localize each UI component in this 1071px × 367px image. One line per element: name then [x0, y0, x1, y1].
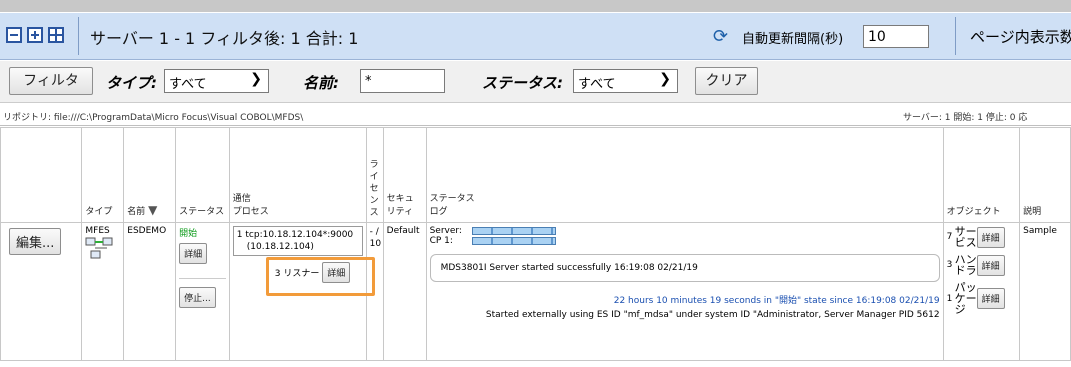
header-process[interactable]: 通信 プロセス — [228, 127, 367, 223]
header-status-log[interactable]: ステータス ログ — [425, 127, 944, 223]
object-row: 1 パッケージ 詳細 — [947, 282, 1017, 315]
status-select[interactable]: すべて ❯ — [573, 69, 678, 93]
server-status-line: Server: — [430, 226, 940, 236]
cell-edit: 編集... — [0, 222, 83, 361]
process-index: 1 — [236, 230, 243, 240]
server-progress-bar — [471, 226, 556, 235]
header-status-log-line2: ログ — [429, 207, 448, 217]
chevron-down-icon: ❯ — [250, 71, 262, 87]
highlight-box — [266, 257, 375, 296]
header-license-label: ライセンス — [369, 160, 379, 218]
status-select-value: すべて — [578, 77, 616, 92]
table-row: 編集... MFES ESDEMO 開始 詳細 停止... 1 tcp:10.1… — [0, 222, 1071, 361]
page-title: サーバー 1 - 1 フィルタ後: 1 合計: 1 — [90, 29, 359, 48]
type-select[interactable]: すべて ❯ — [164, 69, 269, 93]
type-select-value: すべて — [169, 77, 207, 92]
server-type: MFES — [85, 226, 110, 236]
object-count: 7 — [946, 232, 953, 242]
header-description[interactable]: 説明 — [1019, 127, 1071, 223]
title-bar: サーバー 1 - 1 フィルタ後: 1 合計: 1 ⟳ 自動更新間隔(秒) ペー… — [0, 13, 1071, 60]
top-strip — [0, 0, 1071, 12]
cell-status-log: Server: CP 1: MDS3801I Server started su… — [425, 222, 944, 361]
status-detail-button[interactable]: 詳細 — [179, 243, 208, 264]
object-detail-button[interactable]: 詳細 — [976, 254, 1005, 276]
grid-view-icon[interactable] — [48, 27, 64, 43]
header-license[interactable]: ライセンス — [365, 127, 384, 223]
stop-button[interactable]: 停止... — [179, 287, 216, 308]
log-message: MDS3801I Server started successfully 16:… — [429, 254, 940, 282]
cell-name: ESDEMO — [123, 222, 177, 361]
refresh-interval-input[interactable] — [863, 25, 929, 48]
view-controls — [6, 27, 64, 43]
repository-bar: リポジトリ: file:///C:\ProgramData\Micro Focu… — [0, 104, 1071, 126]
header-security[interactable]: セキュリティ — [382, 127, 427, 223]
type-label: タイプ: — [106, 74, 157, 92]
header-status-log-line1: ステータス — [429, 194, 475, 204]
process-sub-address: (10.18.12.104) — [246, 242, 314, 252]
name-label: 名前: — [303, 74, 339, 92]
divider — [955, 17, 956, 55]
repository-path: リポジトリ: file:///C:\ProgramData\Micro Focu… — [3, 113, 304, 123]
object-name: パッケージ — [954, 281, 977, 316]
sort-desc-icon[interactable]: ▼ — [148, 203, 157, 217]
filter-button[interactable]: フィルタ — [9, 67, 93, 95]
uptime-text: 22 hours 10 minutes 19 seconds in "開始" s… — [613, 296, 940, 306]
header-objects[interactable]: オブジェクト — [942, 127, 1021, 223]
refresh-icon[interactable]: ⟳ — [713, 26, 728, 47]
server-label: Server: — [429, 226, 462, 236]
filter-bar: フィルタ タイプ: すべて ❯ 名前: ステータス: すべて ❯ クリア — [0, 61, 1071, 103]
object-name: サービス — [954, 225, 977, 249]
process-box: 1 tcp:10.18.12.104*:9000 (10.18.12.104) — [232, 226, 363, 256]
header-process-line1: 通信 — [232, 194, 251, 204]
header-status[interactable]: ステータス — [175, 127, 230, 223]
header-process-line2: プロセス — [232, 207, 269, 217]
status-text: 開始 — [179, 229, 198, 239]
cell-status: 開始 詳細 停止... — [175, 222, 230, 361]
cp-label: CP 1: — [429, 236, 453, 246]
object-name: ハンドラ — [954, 253, 977, 277]
object-row: 3 ハンドラ 詳細 — [947, 254, 1017, 276]
refresh-interval-label: 自動更新間隔(秒) — [742, 32, 844, 47]
edit-button[interactable]: 編集... — [9, 228, 62, 255]
object-detail-button[interactable]: 詳細 — [976, 288, 1005, 309]
expand-icon[interactable] — [27, 27, 43, 43]
cell-security: Default — [382, 222, 427, 361]
clear-button[interactable]: クリア — [695, 67, 758, 95]
header-type[interactable]: タイプ — [81, 127, 125, 223]
license-value: - / 10 — [369, 227, 382, 249]
cp-status-line: CP 1: — [430, 236, 940, 246]
process-address: tcp:10.18.12.104*:9000 — [245, 230, 354, 240]
header-name[interactable]: 名前 ▼ — [123, 127, 177, 223]
header-name-label: 名前 — [127, 207, 146, 217]
object-count: 3 — [946, 260, 953, 270]
object-detail-button[interactable]: 詳細 — [976, 226, 1005, 248]
chevron-down-icon: ❯ — [659, 71, 671, 87]
cell-description: Sample — [1019, 222, 1071, 361]
status-label: ステータス: — [482, 74, 563, 92]
per-page-label: ページ内表示数 — [970, 28, 1071, 46]
cp-progress-bar — [471, 236, 556, 245]
log-footer: 22 hours 10 minutes 19 seconds in "開始" s… — [430, 294, 940, 322]
collapse-icon[interactable] — [6, 27, 22, 43]
cell-objects: 7 サービス 詳細 3 ハンドラ 詳細 1 パッケージ 詳細 — [942, 222, 1021, 361]
server-counts: サーバー: 1 開始: 1 停止: 0 応 — [903, 113, 1028, 123]
server-table: タイプ 名前 ▼ ステータス 通信プロセス ライセンス セキュリティ ステータス… — [0, 127, 1071, 361]
object-row: 7 サービス 詳細 — [947, 226, 1017, 248]
server-cluster-icon — [85, 237, 113, 259]
name-filter-input[interactable] — [360, 69, 445, 93]
started-by-text: Started externally using ES ID "mf_mdsa"… — [485, 310, 940, 320]
cell-type: MFES — [81, 222, 125, 361]
object-count: 1 — [946, 293, 953, 304]
divider — [78, 17, 79, 55]
header-edit — [0, 127, 83, 223]
